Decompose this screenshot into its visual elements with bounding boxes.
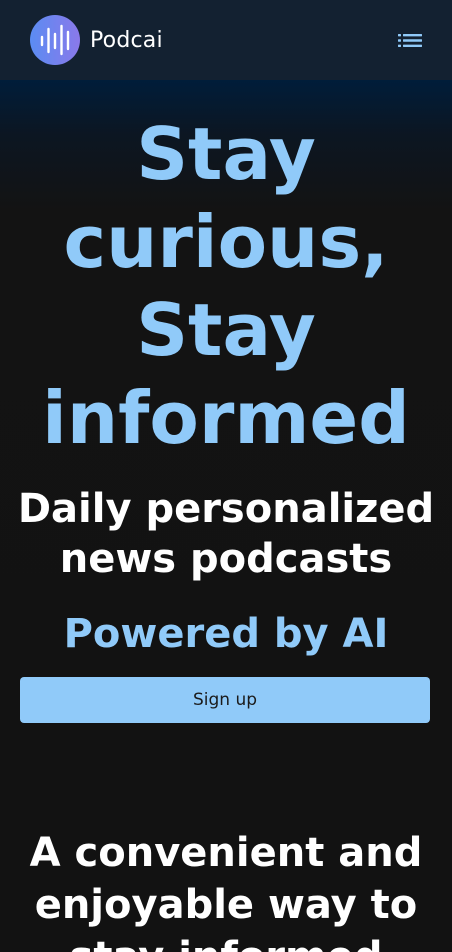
list-menu-icon[interactable] xyxy=(398,32,422,50)
sign-up-button[interactable]: Sign up xyxy=(20,677,430,723)
brand-name[interactable]: Podcai xyxy=(90,27,163,55)
soundwave-icon[interactable] xyxy=(30,15,80,65)
hero-tagline: Powered by AI xyxy=(63,611,389,657)
hero-title: Stay curious, Stay informed xyxy=(42,112,410,460)
landing-page: Podcai Stay curious, Stay informed Daily… xyxy=(0,0,452,952)
navbar: Podcai xyxy=(0,0,452,80)
features-heading: A convenient and enjoyable way to stay i… xyxy=(29,830,423,952)
hero-subtitle: Daily personalized news podcasts xyxy=(17,486,435,582)
